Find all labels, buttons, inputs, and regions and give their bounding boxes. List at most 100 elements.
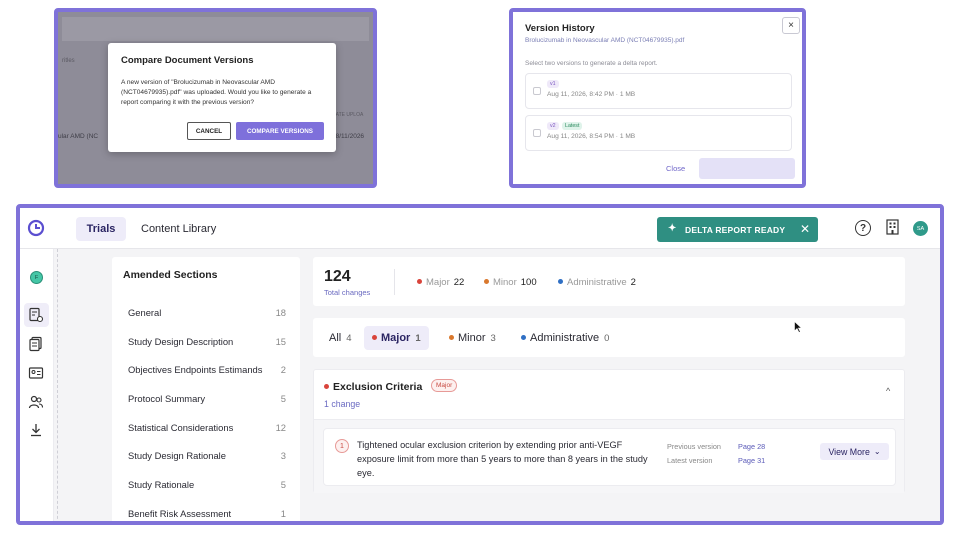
cancel-button[interactable]: CANCEL (187, 122, 231, 140)
version-checkbox[interactable] (533, 87, 541, 95)
section-count: 1 (280, 508, 286, 519)
modal-message: A new version of "Brolucizumab in Neovas… (121, 79, 312, 106)
latest-page-link[interactable]: Page 31 (738, 456, 765, 465)
section-name: General (128, 307, 162, 318)
background-text: DATE UPLOA (332, 112, 364, 118)
id-card-icon[interactable] (28, 365, 44, 381)
administrative-label: Administrative (567, 277, 627, 288)
section-title[interactable]: Exclusion Criteria (324, 381, 422, 393)
major-badge: Major (431, 379, 458, 392)
mouse-cursor-icon (794, 321, 802, 333)
section-name: Statistical Considerations (128, 422, 234, 433)
tab-major[interactable]: Major 1 (364, 326, 429, 350)
top-navigation-bar: Trials Content Library ✦ DELTA REPORT RE… (20, 208, 940, 249)
download-icon[interactable] (28, 422, 44, 438)
version-tag: v2 (547, 122, 559, 130)
background-text: 08/11/2026 (332, 133, 365, 140)
section-name: Objectives Endpoints Estimands (128, 364, 263, 375)
minor-summary: Minor 100 (484, 277, 537, 288)
change-filter-tabs: All 4 Major 1 Minor 3 Administrative 0 (313, 318, 905, 357)
major-count: 22 (453, 277, 465, 288)
change-item: 1 Tightened ocular exclusion criterion b… (323, 428, 896, 486)
tab-minor[interactable]: Minor 3 (441, 326, 504, 350)
section-count: 2 (280, 364, 286, 375)
section-item[interactable]: Objectives Endpoints Estimands 2 (128, 364, 286, 375)
latest-version-label: Latest version (667, 456, 713, 465)
tab-label: All (329, 332, 342, 344)
close-link[interactable]: Close (666, 164, 685, 173)
section-count: 5 (280, 393, 286, 404)
close-icon[interactable]: ✕ (800, 222, 810, 236)
tab-label: Major (381, 332, 411, 344)
nav-tab-trials[interactable]: Trials (76, 217, 126, 241)
chevron-up-icon[interactable]: ^ (886, 386, 890, 396)
modal-title: Compare Document Versions (121, 55, 254, 66)
background-header (62, 17, 369, 41)
version-tag: v1 (547, 80, 559, 88)
compare-dialog-screenshot: ritles ular AMD (NC DATE UPLOA 08/11/202… (54, 8, 377, 188)
version-history-title: Version History (525, 23, 595, 34)
section-name: Study Design Rationale (128, 450, 226, 461)
section-name: Protocol Summary (128, 393, 206, 404)
section-title-text: Exclusion Criteria (333, 381, 423, 393)
view-more-label: View More (828, 446, 870, 457)
change-description: Tightened ocular exclusion criterion by … (357, 440, 648, 478)
section-name: Study Rationale (128, 479, 195, 490)
section-count: 18 (275, 307, 286, 318)
section-item[interactable]: Statistical Considerations 12 (128, 422, 286, 433)
view-more-button[interactable]: View More ⌄ (820, 443, 889, 460)
version-card[interactable]: v2 Latest Aug 11, 2026, 8:54 PM · 1 MB (525, 115, 792, 151)
delta-report-ready-banner[interactable]: ✦ DELTA REPORT READY ✕ (657, 217, 818, 242)
section-count: 3 (280, 450, 286, 461)
generate-report-button[interactable] (699, 158, 795, 179)
section-name: Study Design Description (128, 336, 234, 347)
compare-versions-button[interactable]: COMPARE VERSIONS (236, 122, 324, 140)
users-icon[interactable] (28, 394, 44, 410)
tab-label: Administrative (530, 332, 600, 344)
major-dot-icon (372, 334, 377, 340)
total-changes-count: 124 (324, 268, 351, 285)
section-item[interactable]: General 18 (128, 307, 286, 318)
minor-label: Minor (493, 277, 517, 288)
section-item[interactable]: Protocol Summary 5 (128, 393, 286, 404)
major-label: Major (426, 277, 450, 288)
tab-count: 1 (415, 332, 421, 344)
tab-administrative[interactable]: Administrative 0 (513, 326, 617, 350)
nav-tab-content-library[interactable]: Content Library (141, 223, 216, 235)
section-item[interactable]: Benefit Risk Assessment 1 (128, 508, 286, 519)
version-card[interactable]: v1 Aug 11, 2026, 8:42 PM · 1 MB (525, 73, 792, 109)
building-icon[interactable] (886, 219, 899, 235)
amended-sections-panel: Amended Sections General 18 Study Design … (112, 257, 300, 521)
delta-report-label: DELTA REPORT READY (685, 225, 786, 235)
documents-icon[interactable] (28, 336, 44, 352)
version-history-screenshot: Version History Brolucizumab in Neovascu… (509, 8, 806, 188)
left-icon-rail: F (20, 249, 54, 521)
minor-dot-icon (484, 278, 489, 284)
major-dot-icon (324, 383, 329, 389)
document-settings-icon[interactable] (28, 307, 44, 323)
major-dot-icon (417, 278, 422, 284)
previous-page-link[interactable]: Page 28 (738, 442, 765, 451)
change-count: 1 change (324, 399, 361, 409)
change-list: 1 Tightened ocular exclusion criterion b… (314, 419, 904, 493)
help-icon[interactable]: ? (855, 220, 871, 236)
background-text: ritles (62, 58, 75, 64)
version-checkbox[interactable] (533, 129, 541, 137)
change-number: 1 (335, 439, 349, 453)
workspace-avatar[interactable]: F (30, 271, 43, 284)
section-item[interactable]: Study Rationale 5 (128, 479, 286, 490)
tab-all[interactable]: All 4 (321, 326, 360, 350)
version-date: Aug 11, 2026, 8:54 PM · 1 MB (547, 133, 636, 140)
close-icon[interactable]: × (782, 17, 800, 34)
delta-report-screenshot: Trials Content Library ✦ DELTA REPORT RE… (16, 204, 944, 525)
selection-hint: Select two versions to generate a delta … (525, 60, 658, 67)
user-avatar[interactable]: SA (913, 221, 928, 236)
tab-count: 0 (604, 332, 610, 344)
section-name: Benefit Risk Assessment (128, 508, 232, 519)
major-summary: Major 22 (417, 277, 464, 288)
minor-dot-icon (449, 334, 454, 340)
administrative-summary: Administrative 2 (558, 277, 636, 288)
exclusion-criteria-card: Exclusion Criteria Major 1 change ^ 1 Ti… (313, 369, 905, 493)
section-item[interactable]: Study Design Rationale 3 (128, 450, 286, 461)
section-item[interactable]: Study Design Description 15 (128, 336, 286, 347)
